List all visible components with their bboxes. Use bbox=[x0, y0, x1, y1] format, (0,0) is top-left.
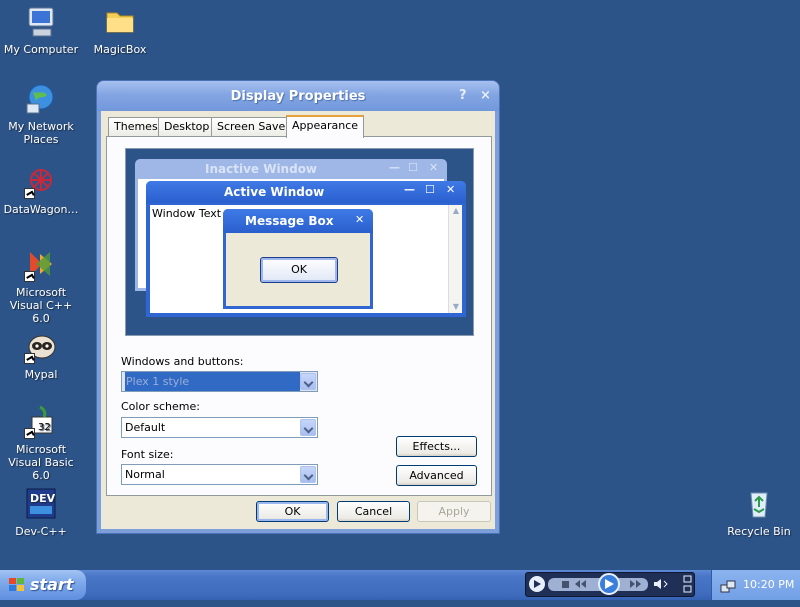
display-properties-window: Display Properties ? × Themes Desktop Sc… bbox=[96, 80, 500, 534]
window-title-bar[interactable]: Display Properties ? × bbox=[97, 81, 499, 111]
windows-buttons-select[interactable]: Plex 1 style bbox=[121, 371, 318, 392]
devcpp-icon: DEV bbox=[24, 487, 58, 521]
scroll-down-icon: ▼ bbox=[452, 302, 460, 311]
color-scheme-select[interactable]: Default bbox=[121, 417, 318, 438]
preview-active-window: Active Window — ☐ ✕ Window Text ▲ ▼ Mess… bbox=[146, 181, 466, 317]
desktop-icon-devcpp[interactable]: DEV Dev-C++ bbox=[0, 487, 82, 538]
folder-icon bbox=[103, 5, 137, 39]
desktop-icon-datawagon[interactable]: DataWagon… bbox=[0, 165, 82, 216]
tab-appearance[interactable]: Appearance bbox=[286, 115, 365, 138]
desktop-icon-label: MagicBox bbox=[93, 43, 147, 56]
visual-cpp-icon bbox=[24, 248, 58, 282]
desktop-icon-label: Microsoft Visual C++ 6.0 bbox=[9, 286, 73, 325]
minimize-icon: — bbox=[389, 161, 400, 174]
window-title: Display Properties bbox=[230, 89, 366, 104]
desktop-icon-label: My Network Places bbox=[8, 120, 74, 146]
chevron-down-icon[interactable] bbox=[300, 419, 316, 436]
appearance-panel: Inactive Window — ☐ ✕ Active Window — ☐ … bbox=[106, 136, 492, 496]
desktop-icon-label: Recycle Bin bbox=[727, 525, 791, 538]
datawagon-icon bbox=[24, 165, 58, 199]
window-body: Themes Desktop Screen Saver Appearance I… bbox=[101, 111, 495, 529]
preview-window-text: Window Text bbox=[152, 207, 222, 220]
system-tray: 10:20 PM bbox=[711, 570, 800, 600]
desktop-icon-magicbox[interactable]: MagicBox bbox=[79, 5, 161, 56]
tab-desktop[interactable]: Desktop bbox=[158, 117, 216, 137]
preview-ok-button: OK bbox=[260, 257, 338, 283]
desktop-icon-label: DataWagon… bbox=[3, 203, 79, 216]
apply-button[interactable]: Apply bbox=[417, 501, 491, 522]
svg-text:DEV: DEV bbox=[30, 492, 56, 505]
tab-screen-saver[interactable]: Screen Saver bbox=[211, 117, 296, 137]
windows-flag-icon bbox=[9, 578, 25, 592]
advanced-button[interactable]: Advanced bbox=[396, 465, 477, 486]
preview-inactive-title: Inactive Window bbox=[205, 162, 318, 176]
maximize-icon: ☐ bbox=[425, 183, 435, 196]
shortcut-arrow-icon bbox=[24, 353, 35, 364]
windows-buttons-value: Plex 1 style bbox=[125, 372, 300, 391]
close-icon[interactable]: × bbox=[480, 88, 491, 103]
font-size-label: Font size: bbox=[121, 448, 174, 461]
desktop-icon-visual-basic[interactable]: 32 Microsoft Visual Basic 6.0 bbox=[0, 405, 82, 482]
media-player-toolbar bbox=[525, 572, 695, 597]
font-size-value: Normal bbox=[125, 468, 165, 481]
start-label: start bbox=[30, 575, 74, 594]
desktop-icon-label: Dev-C++ bbox=[15, 525, 67, 538]
color-scheme-label: Color scheme: bbox=[121, 400, 200, 413]
network-tray-icon[interactable] bbox=[720, 577, 736, 607]
svg-text:32: 32 bbox=[38, 422, 51, 433]
close-icon: ✕ bbox=[429, 161, 439, 174]
preview-message-body: OK bbox=[226, 233, 370, 306]
restore-icon bbox=[683, 575, 692, 583]
network-icon bbox=[24, 82, 58, 116]
desktop-icon-network[interactable]: My Network Places bbox=[0, 82, 82, 146]
desktop-icon-my-computer[interactable]: My Computer bbox=[0, 5, 82, 56]
appearance-preview: Inactive Window — ☐ ✕ Active Window — ☐ … bbox=[125, 148, 474, 336]
desktop-icon-visual-cpp[interactable]: Microsoft Visual C++ 6.0 bbox=[0, 248, 82, 325]
cancel-button[interactable]: Cancel bbox=[337, 501, 410, 522]
stop-icon bbox=[562, 581, 569, 588]
scroll-up-icon: ▲ bbox=[452, 206, 460, 215]
windows-buttons-label: Windows and buttons: bbox=[121, 355, 244, 368]
help-icon[interactable]: ? bbox=[459, 88, 467, 103]
start-button[interactable]: start bbox=[0, 570, 86, 600]
shortcut-arrow-icon bbox=[24, 428, 35, 439]
tab-themes[interactable]: Themes bbox=[108, 117, 164, 137]
color-scheme-value: Default bbox=[125, 421, 166, 434]
maximize-icon: ☐ bbox=[408, 161, 418, 174]
close-icon: ✕ bbox=[355, 213, 365, 226]
desktop-icon-label: Mypal bbox=[24, 368, 58, 381]
chevron-down-icon[interactable] bbox=[300, 373, 316, 390]
shortcut-arrow-icon bbox=[24, 271, 35, 282]
desktop-icon-label: Microsoft Visual Basic 6.0 bbox=[8, 443, 74, 482]
chevron-down-icon[interactable] bbox=[300, 466, 316, 483]
desktop-icon-recycle-bin[interactable]: Recycle Bin bbox=[718, 487, 800, 538]
taskbar: start 10:20 PM bbox=[0, 570, 800, 600]
clock[interactable]: 10:20 PM bbox=[743, 570, 794, 600]
minimize-icon: — bbox=[404, 183, 415, 196]
effects-button[interactable]: Effects... bbox=[396, 436, 477, 457]
volume-icon bbox=[654, 579, 661, 589]
shortcut-arrow-icon bbox=[24, 188, 35, 199]
desktop-icon-label: My Computer bbox=[3, 43, 79, 56]
preview-message-box: Message Box ✕ OK bbox=[223, 209, 373, 309]
close-icon: ✕ bbox=[446, 183, 456, 196]
preview-active-title: Active Window bbox=[146, 181, 466, 203]
mypal-icon bbox=[24, 330, 58, 364]
recycle-bin-icon bbox=[742, 487, 776, 521]
preview-scrollbar: ▲ ▼ bbox=[448, 205, 462, 313]
ok-button[interactable]: OK bbox=[256, 501, 329, 522]
preview-message-title: Message Box bbox=[223, 209, 373, 233]
desktop-icon-mypal[interactable]: Mypal bbox=[0, 330, 82, 381]
computer-icon bbox=[24, 5, 58, 39]
visual-basic-icon: 32 bbox=[24, 405, 58, 439]
font-size-select[interactable]: Normal bbox=[121, 464, 318, 485]
